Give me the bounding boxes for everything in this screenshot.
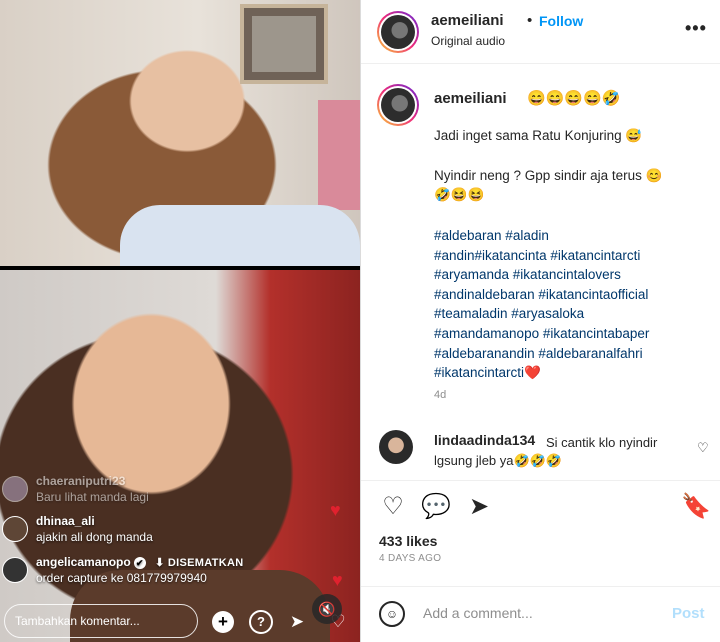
- guest-camera-feed: [0, 270, 360, 642]
- hashtag-list: #aldebaran #aladin #andin#ikatancinta #i…: [434, 226, 649, 383]
- pin-icon: ⬇: [155, 557, 165, 569]
- comment-username[interactable]: angelicamanopo: [36, 555, 131, 569]
- follow-button[interactable]: Follow: [539, 13, 583, 29]
- live-comment-input[interactable]: Tambahkan komentar...: [4, 604, 198, 638]
- host-shirt: [120, 205, 360, 266]
- floating-heart-icon: ♥: [330, 500, 341, 520]
- author-username[interactable]: aemeiliani: [431, 12, 504, 29]
- comment-icon[interactable]: 💬: [421, 493, 451, 521]
- hashtag-line[interactable]: #andin#ikatancinta #ikatancintarcti: [434, 246, 649, 266]
- more-options-icon[interactable]: •••: [685, 18, 707, 39]
- caption-emojis: 😄😄😄😄🤣: [527, 90, 621, 107]
- post-panel: aemeiliani • Follow Original audio ••• a…: [360, 0, 720, 642]
- wall-picture: [240, 4, 328, 84]
- hashtag-line[interactable]: #amandamanopo #ikatancintabaper: [434, 324, 649, 344]
- hashtag-line[interactable]: #ikatancintarcti❤️: [434, 363, 649, 383]
- post-date: 4 DAYS AGO: [379, 553, 442, 564]
- comment-text: Si cantik klo nyindir lgsung jleb ya🤣🤣🤣: [434, 435, 658, 468]
- save-icon[interactable]: 🔖: [681, 493, 711, 521]
- separator-dot: •: [527, 12, 533, 29]
- pinned-label: ⬇ DISEMATKAN: [155, 557, 244, 569]
- comment-like-icon[interactable]: ♡: [697, 440, 709, 456]
- caption-line: 🤣😆😆: [434, 187, 485, 202]
- send-icon[interactable]: ➤: [285, 610, 309, 634]
- comment-text: ajakin ali dong manda: [36, 530, 153, 544]
- post-header: aemeiliani • Follow Original audio •••: [361, 0, 720, 64]
- comment-input[interactable]: Add a comment...: [423, 605, 533, 621]
- audio-link[interactable]: Original audio: [431, 34, 505, 48]
- caption-username[interactable]: aemeiliani: [434, 90, 507, 107]
- host-camera-feed: [0, 0, 360, 266]
- avatar: [2, 557, 28, 583]
- emoji-icon[interactable]: ☺: [379, 601, 405, 627]
- clothes-rack: [318, 100, 360, 210]
- comment-text: Baru lihat manda lagi: [36, 490, 149, 504]
- comment-row: lindaadinda134 Si cantik klo nyindir lgs…: [361, 426, 720, 480]
- avatar[interactable]: [379, 430, 413, 464]
- pinned-live-comment: angelicamanopo ✔ ⬇ DISEMATKAN order captu…: [2, 555, 322, 585]
- live-comment: dhinaa_ali ajakin ali dong manda: [2, 514, 322, 544]
- like-icon[interactable]: ♡: [379, 493, 407, 521]
- avatar[interactable]: [377, 11, 419, 53]
- live-comment: chaeraniputri23 Baru lihat manda lagi: [2, 474, 322, 504]
- hashtag-line[interactable]: #andinaldebaran #ikatancintaofficial: [434, 285, 649, 305]
- caption-line: Jadi inget sama Ratu Konjuring 😅: [434, 128, 643, 143]
- comment-text: order capture ke 081779979940: [36, 571, 207, 585]
- question-icon[interactable]: ?: [249, 610, 273, 634]
- add-icon[interactable]: +: [212, 611, 234, 633]
- comment-username[interactable]: dhinaa_ali: [36, 514, 95, 528]
- hashtag-line[interactable]: #aldebaranandin #aldebaranalfahri: [434, 344, 649, 364]
- live-video[interactable]: chaeraniputri23 Baru lihat manda lagi dh…: [0, 0, 360, 642]
- hashtag-line[interactable]: #teamaladin #aryasaloka: [434, 304, 649, 324]
- hashtag-line[interactable]: #aryamanda #ikatancintalovers: [434, 265, 649, 285]
- floating-heart-icon: ♥: [332, 570, 343, 590]
- avatar: [2, 516, 28, 542]
- caption-line: Nyindir neng ? Gpp sindir aja terus 😊: [434, 168, 663, 183]
- post-button[interactable]: Post: [672, 605, 705, 622]
- avatar: [2, 476, 28, 502]
- caption-age: 4d: [434, 389, 447, 401]
- comment-username-row: angelicamanopo ✔ ⬇ DISEMATKAN: [36, 555, 243, 569]
- mute-icon[interactable]: 🔇: [312, 594, 342, 624]
- comment-username[interactable]: chaeraniputri23: [36, 474, 125, 488]
- share-icon[interactable]: ➤: [465, 493, 493, 521]
- add-comment-bar: ☺ Add a comment... Post: [361, 586, 720, 642]
- likes-count[interactable]: 433 likes: [379, 533, 437, 549]
- action-bar: ♡ 💬 ➤ 🔖 433 likes 4 DAYS AGO: [361, 480, 720, 574]
- verified-icon: ✔: [133, 556, 146, 569]
- hashtag-line[interactable]: #aldebaran #aladin: [434, 226, 649, 246]
- avatar[interactable]: [377, 84, 419, 126]
